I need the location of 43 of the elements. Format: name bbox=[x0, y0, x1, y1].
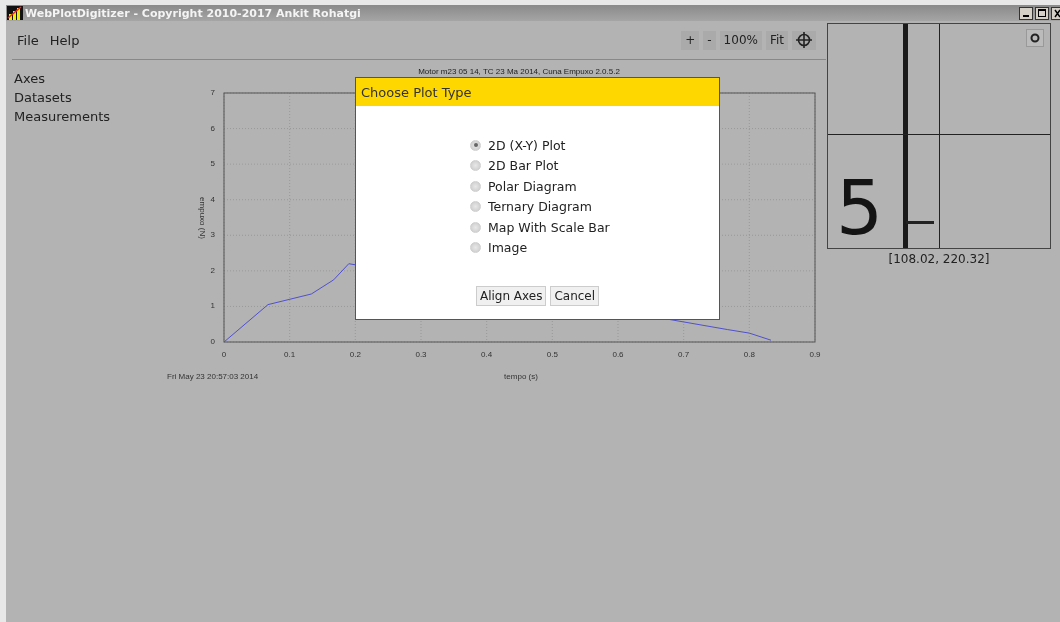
cursor-coordinates: [108.02, 220.32] bbox=[888, 252, 990, 266]
chart-title: Motor m23 05 14, TC 23 Ma 2014, Cuna Empuxo 2.0.5.2 bbox=[418, 67, 620, 76]
tick-label: 0.6 bbox=[612, 350, 624, 359]
sidebar-item[interactable]: Measurements bbox=[14, 108, 156, 125]
tick-label: 0.8 bbox=[743, 350, 755, 359]
menu-item[interactable]: File bbox=[17, 32, 39, 48]
tick-label: 1 bbox=[210, 301, 215, 311]
window-title: WebPlotDigitizer - Copyright 2010-2017 Ankit Rohatgi bbox=[25, 6, 361, 20]
zoomed-digit: 5 bbox=[836, 168, 884, 248]
tick-label: 0 bbox=[210, 337, 215, 346]
tick-label: 5 bbox=[210, 159, 215, 169]
dialog-title: Choose Plot Type bbox=[356, 78, 719, 106]
tick-label: 3 bbox=[210, 230, 215, 240]
sidebar-item[interactable]: Datasets bbox=[14, 89, 156, 106]
option-label[interactable]: 2D (X-Y) Plot bbox=[488, 137, 566, 153]
menu-item[interactable]: Help bbox=[49, 32, 80, 48]
chart-footer: Fri May 23 20:57:03 2014 bbox=[167, 372, 259, 381]
tick-label: 4 bbox=[210, 194, 215, 204]
tick-label: 7 bbox=[210, 88, 215, 97]
dialog-button[interactable]: Align Axes bbox=[475, 286, 547, 306]
axis-label: tempo (s) bbox=[504, 372, 538, 381]
zoom-button[interactable]: 100% bbox=[719, 30, 762, 50]
tick-label: 0.3 bbox=[415, 350, 427, 359]
zoom-button[interactable]: - bbox=[703, 30, 716, 50]
dialog-button[interactable]: Cancel bbox=[550, 286, 600, 306]
tick-label: 6 bbox=[210, 123, 215, 133]
option-label[interactable]: 2D Bar Plot bbox=[488, 158, 559, 174]
zoom-button[interactable]: + bbox=[681, 30, 700, 50]
axis-label: empuxo (N) bbox=[198, 197, 207, 239]
option-label[interactable]: Map With Scale Bar bbox=[488, 219, 610, 235]
tick-label: 0.9 bbox=[809, 350, 821, 359]
option-label[interactable]: Polar Diagram bbox=[488, 178, 577, 194]
sidebar-item[interactable]: Axes bbox=[14, 70, 156, 87]
tick-label: 0.1 bbox=[284, 350, 296, 359]
option-label[interactable]: Ternary Diagram bbox=[488, 199, 592, 215]
tick-label: 0.7 bbox=[678, 350, 690, 359]
tick-label: 0 bbox=[221, 350, 227, 359]
zoom-button[interactable]: Fit bbox=[765, 30, 788, 50]
tick-label: 0.2 bbox=[349, 350, 361, 359]
tick-label: 2 bbox=[210, 265, 215, 275]
tick-label: 0.4 bbox=[481, 350, 493, 359]
tick-label: 0.5 bbox=[546, 350, 558, 359]
option-label[interactable]: Image bbox=[488, 240, 528, 256]
